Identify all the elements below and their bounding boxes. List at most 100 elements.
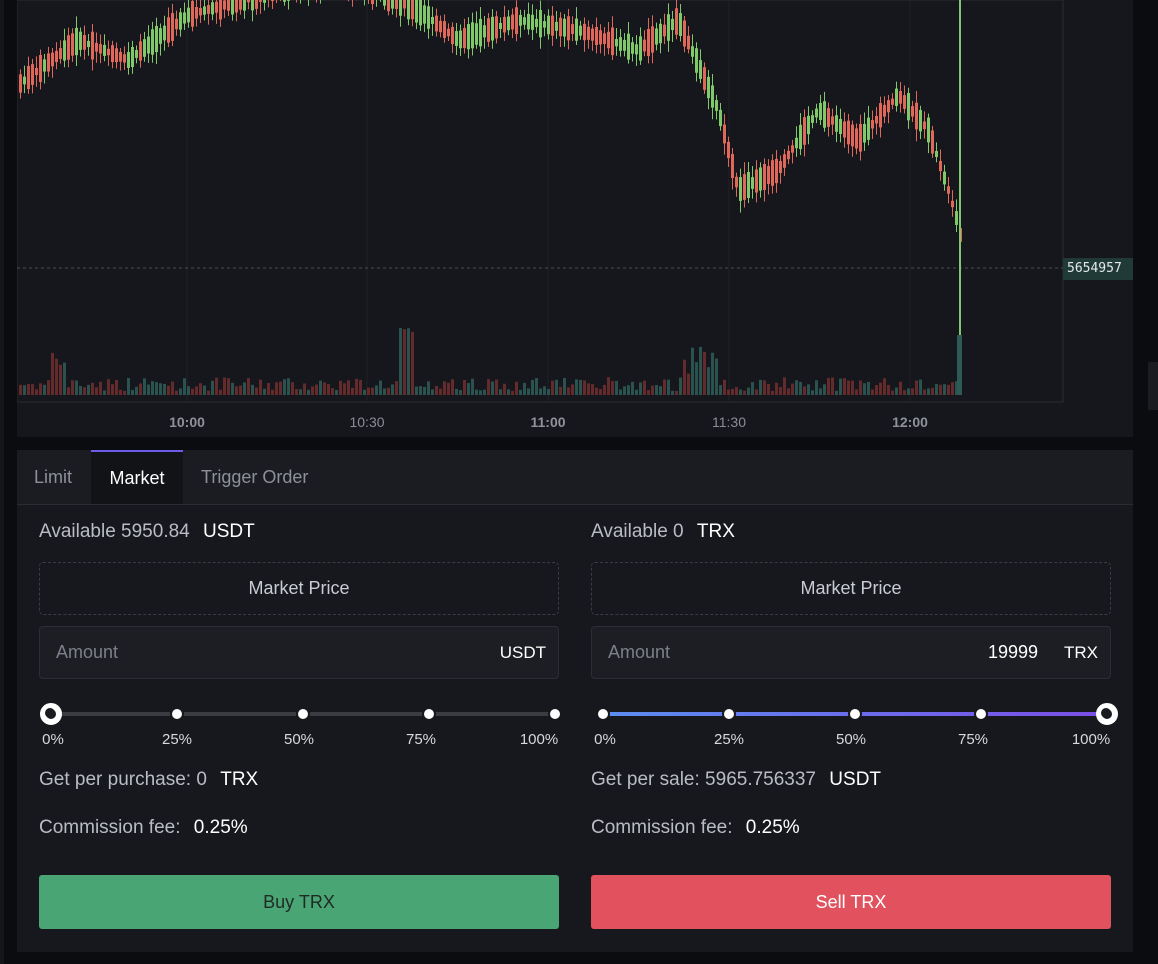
volume-bar	[307, 389, 310, 395]
candle-body	[171, 13, 174, 41]
volume-bar	[315, 384, 318, 395]
volume-bar	[259, 379, 262, 395]
candle-body	[575, 18, 578, 41]
volume-bar	[591, 384, 594, 395]
candle-body	[683, 20, 686, 47]
sell-percent-slider[interactable]	[591, 703, 1118, 725]
sell-slider-label-0: 0%	[594, 731, 616, 748]
buy-slider-label-0: 0%	[42, 731, 64, 748]
sell-amount-input[interactable]: Amount 19999 TRX	[591, 626, 1111, 679]
volume-bar	[795, 380, 798, 395]
right-scroll-handle[interactable]	[1148, 362, 1158, 410]
candle-body	[779, 161, 782, 173]
candle-body	[559, 17, 562, 37]
volume-bar	[579, 379, 582, 395]
buy-slider-knob-75[interactable]	[422, 707, 436, 721]
candle-body	[675, 8, 678, 35]
volume-bar	[383, 388, 386, 395]
candle-body	[23, 76, 26, 85]
candle-body	[595, 27, 598, 45]
volume-bar	[763, 380, 766, 395]
sell-slider-knob-75[interactable]	[974, 707, 988, 721]
volume-bar	[927, 388, 930, 395]
volume-bar	[935, 384, 938, 395]
volume-bar	[839, 378, 842, 395]
price-chart[interactable]: 5654957 10:00 10:30 11:00 11:30 12:00	[17, 0, 1133, 437]
sell-slider-knob-0[interactable]	[596, 707, 610, 721]
tab-limit[interactable]: Limit	[34, 450, 72, 504]
sell-slider-knob-50[interactable]	[848, 707, 862, 721]
candle-body	[551, 15, 554, 36]
candle-body	[615, 39, 618, 47]
volume-bar	[163, 383, 166, 395]
candlestick-chart-canvas	[17, 0, 1064, 403]
candle-body	[863, 123, 866, 143]
candle-body	[843, 121, 846, 138]
volume-bar	[615, 380, 618, 395]
volume-bar	[343, 383, 346, 395]
buy-slider-knob-25[interactable]	[170, 707, 184, 721]
candle-body	[495, 16, 498, 39]
candle-body	[799, 124, 802, 150]
volume-bar	[451, 379, 454, 395]
buy-amount-input[interactable]: Amount USDT	[39, 626, 559, 679]
volume-bar	[95, 387, 98, 395]
candle-body	[771, 160, 774, 186]
candle-body	[439, 20, 442, 33]
buy-amount-placeholder: Amount	[56, 642, 119, 662]
volume-bar	[603, 384, 606, 395]
volume-bar	[235, 386, 238, 395]
candle-body	[743, 174, 746, 200]
candle-body	[723, 124, 726, 144]
buy-market-price-field: Market Price	[39, 562, 559, 615]
candle-body	[191, 1, 194, 27]
volume-bar	[295, 388, 298, 395]
candle-body	[427, 6, 430, 29]
volume-bar	[319, 380, 322, 395]
candle-body	[151, 29, 154, 55]
candle-body	[91, 31, 94, 60]
candle-body	[511, 14, 514, 30]
volume-bar	[947, 384, 950, 395]
volume-bar	[39, 383, 42, 395]
volume-bar	[311, 386, 314, 395]
buy-percent-slider[interactable]	[39, 703, 562, 725]
volume-bar	[463, 379, 466, 395]
candle-body	[395, 0, 398, 10]
candle-body	[459, 30, 462, 49]
candle-body	[71, 33, 74, 56]
candle-body	[183, 12, 186, 24]
buy-slider-knob-50[interactable]	[296, 707, 310, 721]
candle-body	[691, 46, 694, 57]
candle-body	[627, 33, 630, 60]
volume-bar	[619, 389, 622, 395]
volume-bar	[215, 377, 218, 395]
volume-bar	[675, 390, 678, 395]
sell-slider-knob-100[interactable]	[1096, 703, 1118, 725]
buy-fee-label: Commission fee:	[39, 817, 181, 838]
candle-body	[811, 115, 814, 123]
volume-bar	[379, 380, 382, 395]
buy-button[interactable]: Buy TRX	[39, 875, 559, 929]
sell-slider-knob-25[interactable]	[722, 707, 736, 721]
candle-body	[759, 167, 762, 191]
sell-get-unit: USDT	[829, 769, 882, 790]
volume-bar	[59, 364, 62, 395]
tab-market[interactable]: Market	[91, 450, 183, 504]
volume-bar	[51, 352, 54, 395]
volume-bar	[67, 387, 70, 395]
candle-body	[755, 169, 758, 193]
buy-slider-knob-100[interactable]	[548, 707, 562, 721]
volume-bar	[243, 382, 246, 395]
volume-bar	[191, 388, 194, 395]
volume-bar	[55, 358, 58, 395]
sell-button[interactable]: Sell TRX	[591, 875, 1111, 929]
tab-trigger-order[interactable]: Trigger Order	[201, 450, 308, 504]
volume-bar	[747, 387, 750, 395]
volume-bar	[895, 387, 898, 395]
volume-bar	[659, 386, 662, 395]
volume-bar	[727, 389, 730, 395]
volume-bar	[627, 385, 630, 395]
buy-slider-knob-0[interactable]	[40, 703, 62, 725]
volume-bar	[807, 384, 810, 395]
